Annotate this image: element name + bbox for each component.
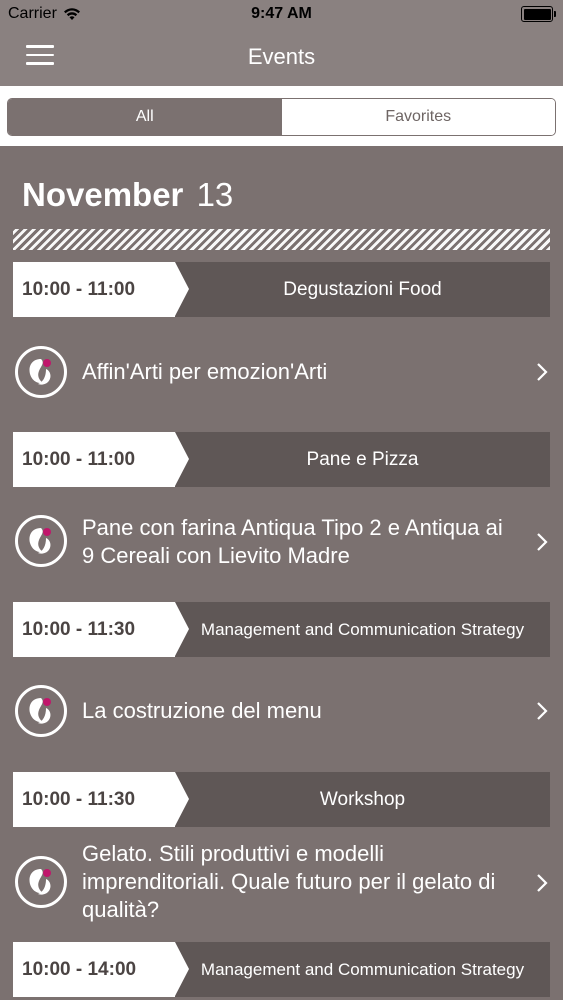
event-logo-icon [15,346,67,398]
session-title: Management and Communication Strategy [200,619,525,639]
date-day: 13 [196,176,234,213]
session-time: 10:00 - 11:30 [13,602,189,657]
session-header: 10:00 - 11:00 Degustazioni Food [13,262,550,317]
event-row[interactable]: Affin'Arti per emozion'Arti [0,345,563,400]
chevron-right-icon [537,874,548,892]
event-logo-icon [15,685,67,737]
event-logo-icon [15,856,67,908]
nav-bar: Events [0,30,563,86]
session-title: Workshop [319,788,406,810]
hatch-divider [13,229,550,250]
segment-band: All Favorites [0,86,563,146]
session-time: 10:00 - 11:00 [13,432,189,487]
chevron-right-icon [537,363,548,381]
event-logo-icon [15,515,67,567]
session-title: Degustazioni Food [283,278,442,300]
status-time: 9:47 AM [251,5,312,22]
chevron-right-icon [537,702,548,720]
segmented-control: All Favorites [7,98,556,136]
session-header: 10:00 - 11:30 Workshop [13,772,550,827]
event-row[interactable]: La costruzione del menu [0,684,563,739]
date-header: November 13 [22,176,233,214]
status-bar: Carrier 9:47 AM [0,0,563,30]
session-header: 10:00 - 14:00 Management and Communicati… [13,942,550,997]
tab-all[interactable]: All [8,99,282,135]
event-title: La costruzione del menu [82,698,322,723]
session-title: Management and Communication Strategy [200,959,525,979]
tab-favorites[interactable]: Favorites [281,99,555,135]
event-title: Affin'Arti per emozion'Arti [82,359,328,384]
session-title: Pane e Pizza [306,448,419,470]
date-month: November [22,176,184,213]
event-title: Gelato. Stili produttivi e modelli impre… [82,841,496,922]
chevron-right-icon [537,533,548,551]
page-title: Events [247,44,316,69]
event-row[interactable]: Gelato. Stili produttivi e modelli impre… [0,839,563,927]
session-time: 10:00 - 11:30 [13,772,189,827]
event-title: Pane con farina Antiqua Tipo 2 e Antiqua… [82,515,503,568]
session-header: 10:00 - 11:30 Management and Communicati… [13,602,550,657]
session-header: 10:00 - 11:00 Pane e Pizza [13,432,550,487]
session-time: 10:00 - 14:00 [13,942,189,997]
session-time: 10:00 - 11:00 [13,262,189,317]
battery-icon [521,6,556,22]
event-row[interactable]: Pane con farina Antiqua Tipo 2 e Antiqua… [0,512,563,572]
